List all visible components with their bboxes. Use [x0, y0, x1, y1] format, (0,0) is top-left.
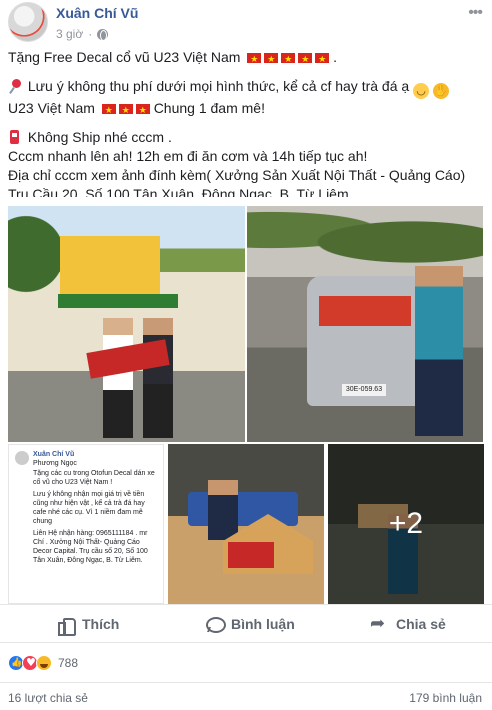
post-line-text: U23 Việt Nam [8, 100, 95, 116]
license-plate: 30E-059.63 [342, 384, 386, 396]
screenshot-line: Liên Hệ nhận hàng: 0965111184 . mr Chí .… [33, 530, 148, 564]
more-photos-count: +2 [388, 507, 424, 540]
share-button[interactable]: Chia sẻ [370, 605, 446, 643]
thumbs-up-icon [56, 615, 76, 636]
post-line: Địa chỉ cccm xem ảnh đính kèm( Xưởng Sản… [8, 167, 466, 183]
photo-workshop[interactable] [168, 444, 324, 604]
screenshot-sub: Phương Ngọc [33, 460, 77, 467]
post-line: Tặng Free Decal cổ vũ U23 Việt Nam . [8, 48, 486, 67]
screenshot-line: Tặng các cu trong Otofun Decal dán xe cổ… [33, 470, 155, 486]
author-name[interactable]: Xuân Chí Vũ [56, 5, 138, 21]
photo-car-decal[interactable]: 30E-059.63 [247, 206, 483, 442]
photo-shop-front[interactable] [8, 206, 245, 442]
screenshot-line: Lưu ý không nhận mọi giá trị về tiền cũn… [33, 491, 145, 525]
action-bar: Thích Bình luận Chia sẻ [0, 604, 492, 642]
vietnam-flag-icon [264, 50, 279, 67]
more-options-icon[interactable]: ••• [468, 4, 483, 22]
vietnam-flag-icon [135, 101, 150, 118]
post-stats: 16 lượt chia sẻ 179 bình luận [0, 682, 492, 710]
vietnam-flag-icon [247, 50, 262, 67]
share-label: Chia sẻ [396, 616, 446, 632]
post-line-truncated: Trụ Cầu 20, Số 100 Tân Xuân, Đông Ngạc, … [8, 186, 349, 197]
avatar [15, 451, 29, 465]
post-line: Cccm nhanh lên ah! 12h em đi ăn cơm và 1… [8, 148, 368, 164]
haha-reaction-icon [36, 655, 52, 671]
vietnam-flag-icon [118, 101, 133, 118]
photo-post-screenshot[interactable]: Xuân Chí Vũ Phương Ngọc Tặng các cu tron… [8, 444, 164, 604]
comment-button[interactable]: Bình luận [205, 605, 295, 643]
pushpin-icon [8, 78, 24, 94]
comment-count[interactable]: 179 bình luận [409, 691, 482, 705]
post-line-text: Lưu ý không thu phí dưới mọi hình thức, … [27, 78, 410, 94]
vietnam-flag-icon [281, 50, 296, 67]
screenshot-body: Tặng các cu trong Otofun Decal dán xe cổ… [33, 469, 157, 568]
photo-grid: 30E-059.63 Xuân Chí Vũ Phương Ngọc Tặng … [0, 204, 492, 604]
post-line-text: Chung 1 đam mê! [153, 100, 265, 116]
share-icon [370, 613, 388, 634]
photo-more[interactable]: +2 [328, 444, 484, 604]
post-line-text: Tặng Free Decal cổ vũ U23 Việt Nam [8, 49, 241, 65]
separator: · [88, 27, 93, 41]
vietnam-flag-icon [101, 101, 116, 118]
comment-icon [205, 615, 226, 633]
hand-emoji-icon: ✋ [432, 83, 449, 99]
post-line: Lưu ý không thu phí dưới mọi hình thức, … [8, 77, 486, 99]
reactions-row[interactable]: 788 [0, 642, 492, 682]
vietnam-flag-icon [315, 50, 330, 67]
post-text: Tặng Free Decal cổ vũ U23 Việt Nam . Lưu… [8, 48, 486, 197]
post-line-text: Không Ship nhé cccm . [27, 129, 172, 145]
like-button[interactable]: Thích [56, 605, 119, 643]
post-line: Không Ship nhé cccm . [8, 128, 486, 147]
smile-emoji-icon: ◡ [413, 83, 430, 99]
screenshot-author: Xuân Chí Vũ [33, 451, 75, 458]
share-count[interactable]: 16 lượt chia sẻ [8, 691, 88, 705]
post-header: Xuân Chí Vũ 3 giờ · ••• [0, 0, 492, 44]
post-time[interactable]: 3 giờ [56, 27, 83, 41]
like-label: Thích [82, 616, 120, 632]
fuel-pump-icon [8, 129, 24, 145]
reaction-count[interactable]: 788 [58, 656, 78, 670]
vietnam-flag-icon [298, 50, 313, 67]
post-line: U23 Việt Nam Chung 1 đam mê! [8, 99, 486, 118]
globe-icon [97, 28, 109, 41]
post-meta: 3 giờ · [56, 27, 109, 41]
author-avatar[interactable] [8, 2, 48, 42]
comment-label: Bình luận [231, 616, 295, 632]
